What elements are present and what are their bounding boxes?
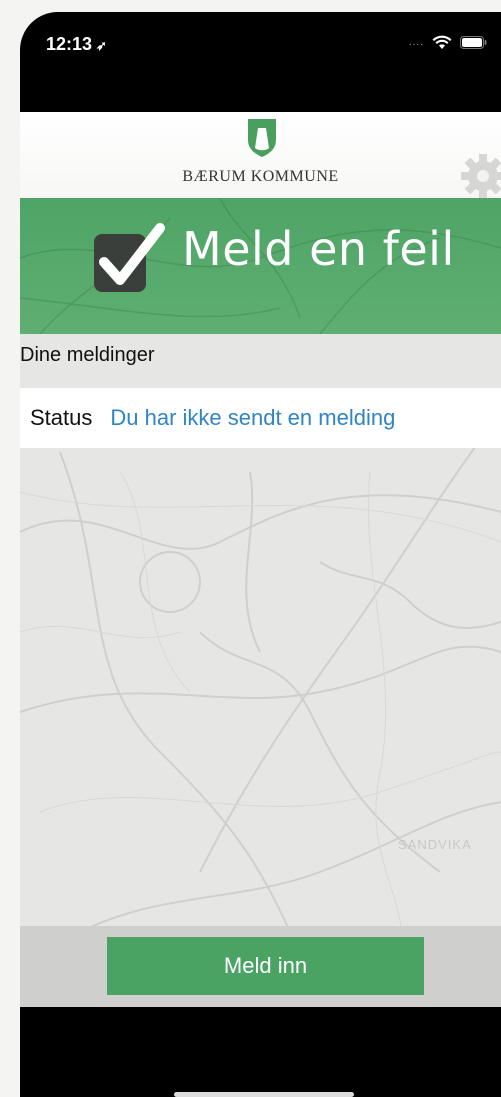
location-arrow-icon: ➶ [96, 38, 107, 53]
wifi-icon [432, 35, 452, 50]
signal-dots: .... [408, 37, 424, 48]
status-indicators: .... [409, 35, 487, 50]
report-banner: Meld en feil [20, 198, 501, 334]
battery-icon [460, 36, 487, 49]
banner-title: Meld en feil [182, 222, 455, 276]
section-title: Dine meldinger [20, 344, 155, 366]
coat-of-arms-shield-icon [247, 118, 277, 163]
map-place-label: SANDVIKA [398, 837, 472, 852]
submit-report-button[interactable]: Meld inn [107, 937, 424, 995]
brand-name: BÆRUM KOMMUNE [182, 168, 339, 185]
checkbox-checked-icon [90, 220, 170, 305]
home-indicator[interactable] [174, 1092, 354, 1097]
status-label: Status [30, 405, 93, 430]
status-row[interactable]: Status Du har ikke sendt en melding [20, 388, 501, 448]
status-bar: 12:13 ➶ .... [20, 12, 501, 112]
header: BÆRUM KOMMUNE [20, 112, 501, 200]
status-value: Du har ikke sendt en melding [110, 405, 396, 430]
status-time: 12:13 ➶ [46, 34, 107, 55]
app-screen: BÆRUM KOMMUNE Meld en feil Dine meldinge… [20, 112, 501, 1007]
phone-frame: 12:13 ➶ .... BÆRUM KOMMUNE Meld en feil … [20, 12, 501, 1097]
clock-time: 12:13 [46, 34, 93, 54]
